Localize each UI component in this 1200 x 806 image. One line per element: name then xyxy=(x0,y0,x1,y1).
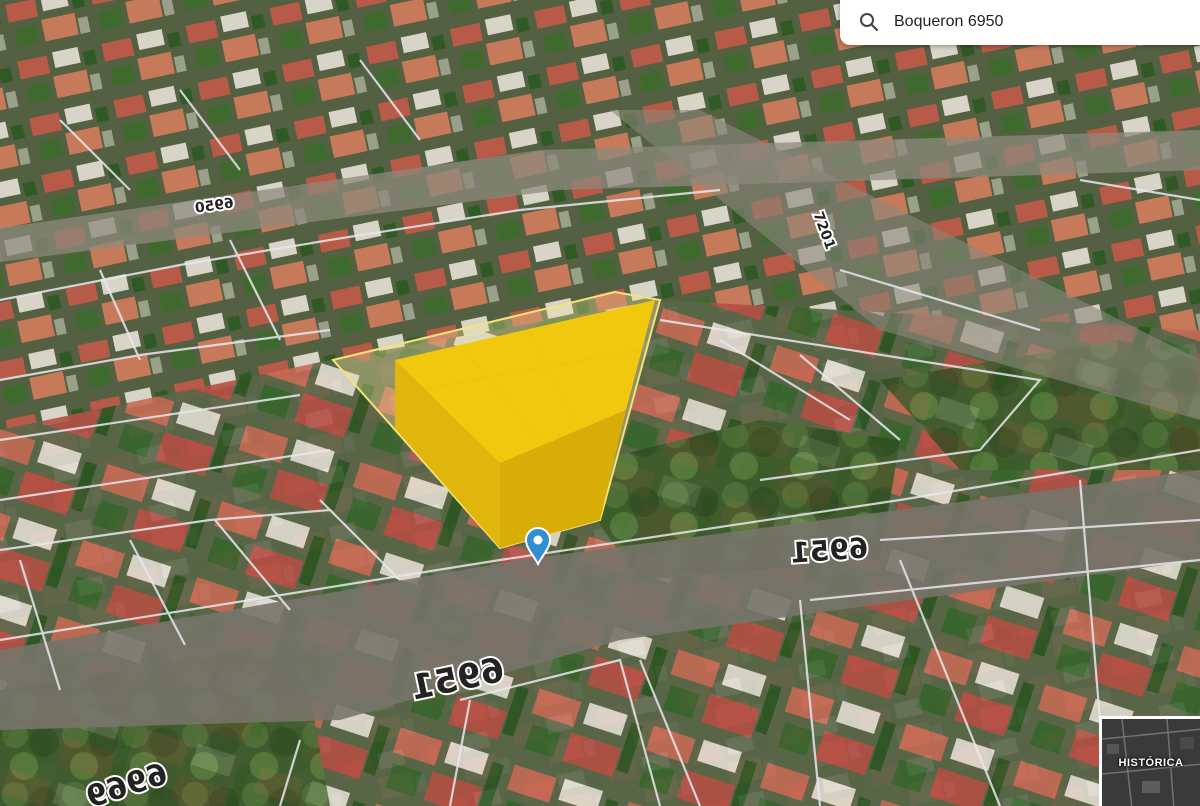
search-icon[interactable] xyxy=(858,11,880,33)
search-bar[interactable] xyxy=(840,0,1200,45)
satellite-map[interactable]: 6951 6951 6969 6950 7201 xyxy=(0,0,1200,806)
historical-imagery-button[interactable]: HISTÓRICA xyxy=(1099,716,1200,806)
search-input[interactable] xyxy=(892,12,1176,32)
street-label-east: 6951 xyxy=(789,531,869,569)
historical-button-label: HISTÓRICA xyxy=(1118,757,1184,769)
